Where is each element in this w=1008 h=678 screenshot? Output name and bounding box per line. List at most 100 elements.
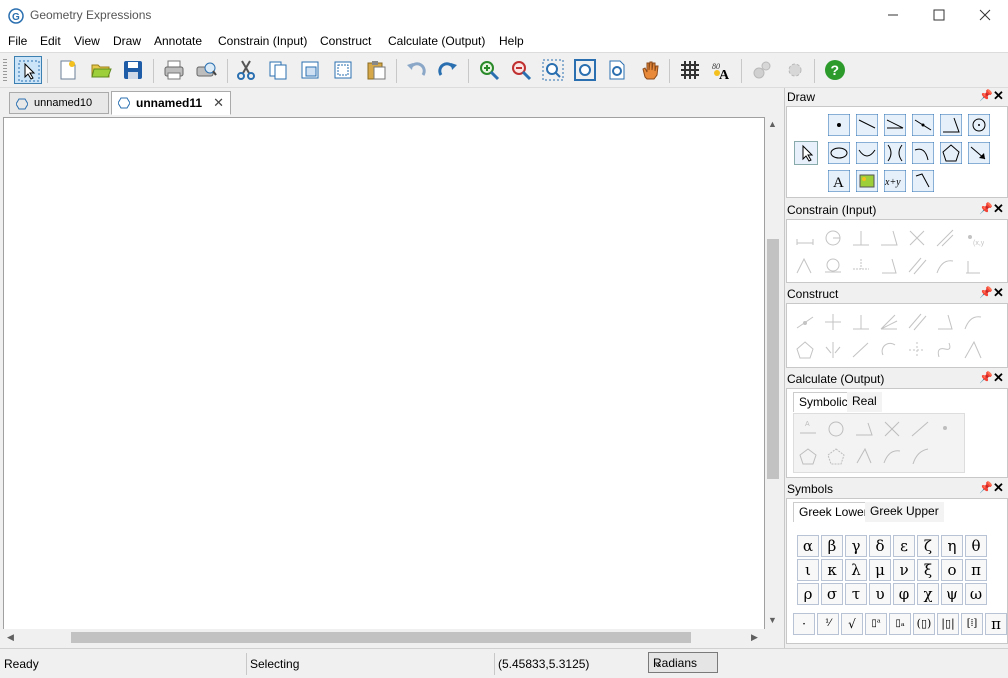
tab-symbolic[interactable]: Symbolic (793, 392, 854, 412)
sqrt-template-icon[interactable]: √ (841, 613, 863, 635)
construct-intersection-tool[interactable] (821, 310, 845, 334)
pin-icon[interactable]: 📌 (979, 202, 993, 215)
settings-gear-2-button[interactable] (781, 56, 809, 84)
panel-close-icon[interactable]: ✕ (993, 201, 1004, 217)
draw-circle-tool[interactable] (967, 113, 991, 137)
toolbar-grip[interactable] (3, 59, 7, 83)
tab-unnamed10[interactable]: unnamed10 (9, 92, 109, 114)
constrain-incident-tool[interactable] (849, 254, 873, 278)
print-preview-button[interactable] (192, 56, 220, 84)
greek-symbol-button[interactable]: ν (893, 559, 915, 581)
copy-special-button[interactable] (296, 56, 324, 84)
panel-close-icon[interactable]: ✕ (993, 285, 1004, 301)
draw-ray-tool[interactable] (911, 113, 935, 137)
draw-hyperbola-tool[interactable] (883, 141, 907, 165)
constrain-parametric-tool[interactable] (961, 254, 985, 278)
undo-button[interactable] (402, 56, 430, 84)
greek-symbol-button[interactable]: θ (965, 535, 987, 557)
draw-polygon-tool[interactable] (939, 141, 963, 165)
menu-constrain[interactable]: Constrain (Input) (218, 34, 307, 48)
calc-implicit-tool[interactable] (880, 444, 904, 468)
constrain-implicit-tool[interactable] (933, 254, 957, 278)
panel-close-icon[interactable]: ✕ (993, 370, 1004, 386)
settings-gear-button[interactable] (748, 56, 776, 84)
menu-help[interactable]: Help (499, 34, 524, 48)
minimize-button[interactable] (870, 0, 916, 31)
constrain-parallel-tool[interactable] (905, 254, 929, 278)
menu-view[interactable]: View (74, 34, 100, 48)
constrain-slope-tool[interactable] (933, 226, 957, 250)
greek-symbol-button[interactable]: ε (893, 535, 915, 557)
calc-perimeter-tool[interactable] (824, 444, 848, 468)
greek-symbol-button[interactable]: φ (893, 583, 915, 605)
paste-special-button[interactable] (329, 56, 357, 84)
pin-icon[interactable]: 📌 (979, 286, 993, 299)
constrain-perpendicular-tool[interactable] (849, 226, 873, 250)
draw-arc-tool[interactable] (855, 141, 879, 165)
greek-symbol-button[interactable]: α (797, 535, 819, 557)
greek-symbol-button[interactable]: κ (821, 559, 843, 581)
draw-expression-tool[interactable]: x+y (883, 169, 907, 193)
greek-symbol-button[interactable]: σ (821, 583, 843, 605)
tab-greek-upper[interactable]: Greek Upper (865, 502, 944, 522)
draw-function-tool[interactable] (911, 141, 935, 165)
scroll-right-icon[interactable]: ▶ (751, 632, 758, 643)
construct-dilation-tool[interactable] (905, 338, 929, 362)
horizontal-scrollbar[interactable]: ◀ ▶ (3, 629, 765, 646)
pin-icon[interactable]: 📌 (979, 371, 993, 384)
construct-reflection-tool[interactable] (821, 338, 845, 362)
constrain-angle-tool[interactable] (877, 226, 901, 250)
text-format-button[interactable]: 80 A (708, 56, 736, 84)
pin-icon[interactable]: 📌 (979, 89, 993, 102)
panel-close-icon[interactable]: ✕ (993, 480, 1004, 496)
pin-icon[interactable]: 📌 (979, 481, 993, 494)
greek-symbol-button[interactable]: μ (869, 559, 891, 581)
construct-perpendicular-tool[interactable] (849, 310, 873, 334)
construct-rotation-tool[interactable] (877, 338, 901, 362)
greek-symbol-button[interactable]: υ (869, 583, 891, 605)
print-button[interactable] (160, 56, 188, 84)
greek-symbol-button[interactable]: π (965, 559, 987, 581)
draw-line-tool[interactable] (855, 113, 879, 137)
menu-edit[interactable]: Edit (40, 34, 61, 48)
greek-symbol-button[interactable]: χ (917, 583, 939, 605)
tab-real[interactable]: Real (847, 392, 882, 412)
construct-envelope-tool[interactable] (961, 338, 985, 362)
calc-derivative-tool[interactable] (908, 444, 932, 468)
subscript-template-icon[interactable]: ▯ₐ (889, 613, 911, 635)
scroll-down-icon[interactable]: ▼ (768, 615, 777, 625)
draw-ellipse-tool[interactable] (827, 141, 851, 165)
new-file-button[interactable] (54, 56, 82, 84)
greek-symbol-button[interactable]: ι (797, 559, 819, 581)
constrain-distance-tool[interactable] (793, 226, 817, 250)
menu-file[interactable]: File (8, 34, 27, 48)
calc-equation-tool[interactable] (908, 416, 932, 440)
greek-symbol-button[interactable]: η (941, 535, 963, 557)
open-folder-button[interactable] (87, 56, 115, 84)
draw-vector-tool[interactable] (967, 141, 991, 165)
construct-parallel-tool[interactable] (905, 310, 929, 334)
draw-select-tool[interactable] (794, 141, 818, 165)
constrain-proportion-tool[interactable] (793, 254, 817, 278)
tab-greek-lower[interactable]: Greek Lower (793, 502, 874, 522)
greek-symbol-button[interactable]: ρ (797, 583, 819, 605)
scroll-up-icon[interactable]: ▲ (768, 119, 777, 129)
pan-hand-button[interactable] (636, 56, 664, 84)
draw-text-tool[interactable]: A (827, 169, 851, 193)
cut-button[interactable] (232, 56, 260, 84)
greek-symbol-button[interactable]: β (821, 535, 843, 557)
zoom-fit-button[interactable] (571, 56, 599, 84)
scroll-left-icon[interactable]: ◀ (7, 632, 14, 643)
construct-angle-bisector-tool[interactable] (877, 310, 901, 334)
horizontal-scroll-thumb[interactable] (71, 632, 691, 643)
constrain-congruent-tool[interactable] (877, 254, 901, 278)
vertical-scrollbar[interactable]: ▲ ▼ (765, 117, 781, 630)
tab-unnamed11[interactable]: unnamed11 ✕ (111, 91, 231, 115)
dot-template-icon[interactable]: · (793, 613, 815, 635)
menu-calculate[interactable]: Calculate (Output) (388, 34, 485, 48)
calc-area-tool[interactable] (796, 444, 820, 468)
drawing-canvas[interactable] (3, 117, 765, 630)
zoom-page-button[interactable] (603, 56, 631, 84)
menu-annotate[interactable]: Annotate (154, 34, 202, 48)
greek-symbol-button[interactable]: ξ (917, 559, 939, 581)
